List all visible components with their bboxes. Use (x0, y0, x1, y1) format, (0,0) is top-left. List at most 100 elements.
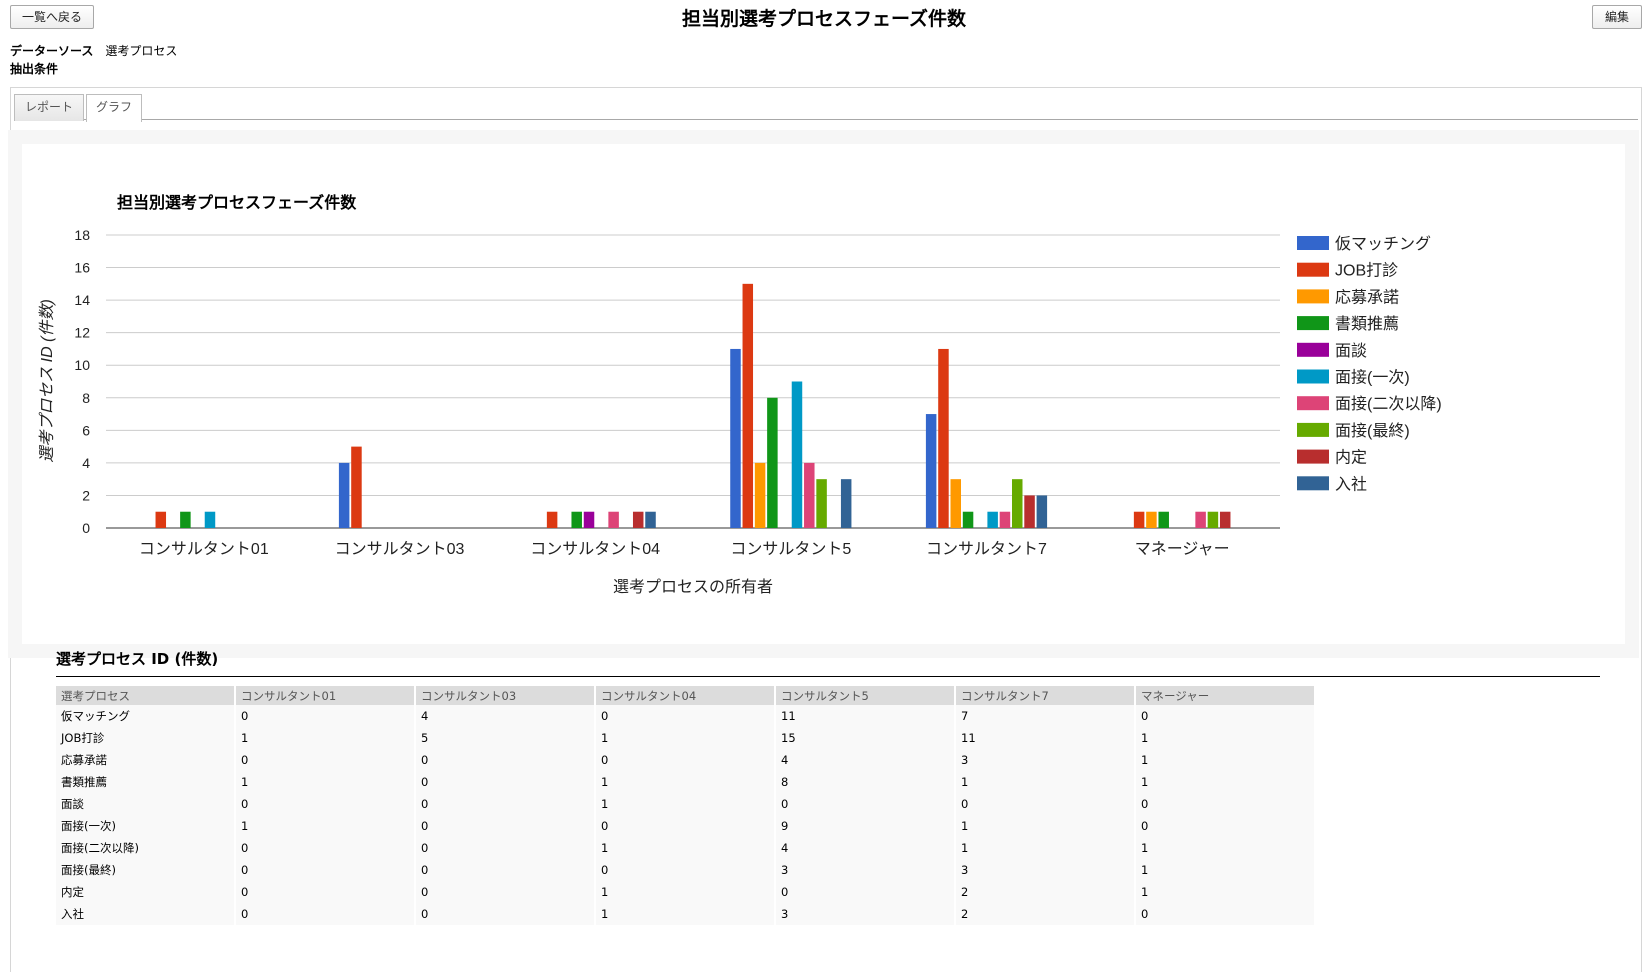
bar (546, 511, 558, 528)
table-cell: 15 (776, 727, 954, 749)
table-cell: 0 (236, 881, 414, 903)
table-cell: 0 (236, 793, 414, 815)
x-tick-label: コンサルタント03 (335, 540, 465, 558)
table-cell: 0 (416, 837, 594, 859)
legend-swatch (1297, 449, 1329, 464)
table-cell: 1 (596, 771, 774, 793)
bar (180, 511, 191, 528)
table-cell: 1 (1136, 749, 1314, 771)
datasource-value: 選考プロセス (105, 44, 178, 58)
datasource-label: データーソース (10, 44, 94, 58)
y-tick-label: 10 (74, 357, 90, 373)
table-row: 面接(最終) 0 0 0 3 3 1 (56, 859, 1314, 881)
legend-swatch (1297, 396, 1329, 411)
table-cell: 1 (236, 771, 414, 793)
table-cell: 1 (956, 815, 1134, 837)
row-label-cell: JOB打診 (56, 727, 234, 749)
table-cell: 7 (956, 705, 1134, 727)
x-tick-label: コンサルタント5 (730, 540, 851, 558)
table-cell: 2 (956, 881, 1134, 903)
y-tick-label: 6 (82, 422, 90, 438)
edit-button[interactable]: 編集 (1592, 5, 1642, 29)
table-cell: 1 (236, 727, 414, 749)
legend-label: 内定 (1335, 449, 1367, 467)
table-cell: 0 (596, 705, 774, 727)
y-tick-label: 2 (82, 487, 90, 503)
legend-label: 面接(一次) (1335, 369, 1410, 387)
legend-label: 応募承諾 (1335, 288, 1399, 306)
table-cell: 0 (416, 881, 594, 903)
table-cell: 0 (1136, 793, 1314, 815)
table-header-row: 選考プロセス コンサルタント01 コンサルタント03 コンサルタント04 コンサルタント… (56, 686, 1314, 705)
legend-swatch (1297, 422, 1329, 437)
legend-label: 面接(二次以降) (1335, 395, 1442, 413)
table-row: 入社 0 0 1 3 2 0 (56, 903, 1314, 925)
data-table-section: 選考プロセス ID (件数) 選考プロセス コンサルタント01 コンサルタント03 コ… (56, 648, 1618, 925)
legend-swatch (1297, 369, 1329, 384)
tab-graph[interactable]: グラフ (86, 94, 142, 122)
data-table: 選考プロセス コンサルタント01 コンサルタント03 コンサルタント04 コンサルタント… (54, 686, 1316, 925)
table-cell: 0 (956, 793, 1134, 815)
table-row: 仮マッチング 0 4 0 11 7 0 (56, 705, 1314, 727)
legend-label: 面談 (1335, 342, 1367, 360)
bar (730, 348, 741, 528)
y-tick-label: 12 (74, 325, 90, 341)
table-cell: 0 (236, 705, 414, 727)
table-cell: 1 (1136, 837, 1314, 859)
bar (1207, 511, 1219, 528)
legend-label: 仮マッチング (1335, 235, 1431, 253)
bar (987, 511, 998, 528)
table-cell: 11 (776, 705, 954, 727)
page-title: 担当別選考プロセスフェーズ件数 (681, 8, 967, 30)
bar (583, 511, 595, 528)
table-cell: 0 (596, 815, 774, 837)
table-cell: 1 (596, 793, 774, 815)
table-cell: 1 (956, 837, 1134, 859)
filter-label: 抽出条件 (10, 62, 59, 76)
table-cell: 0 (1136, 903, 1314, 925)
legend-label: 入社 (1335, 475, 1367, 493)
table-cell: 8 (776, 771, 954, 793)
bar (925, 414, 937, 528)
table-cell: 0 (416, 793, 594, 815)
legend-swatch (1297, 236, 1329, 250)
bar (645, 511, 656, 528)
legend-swatch (1297, 289, 1329, 304)
bar (767, 397, 778, 528)
table-cell: 0 (236, 749, 414, 771)
bar (1219, 511, 1231, 528)
bar (1146, 511, 1157, 528)
row-label-cell: 面接(一次) (56, 815, 234, 837)
legend-swatch (1297, 316, 1329, 331)
table-cell: 0 (416, 771, 594, 793)
bar (1158, 511, 1169, 528)
x-tick-label: コンサルタント01 (139, 540, 269, 558)
y-tick-label: 4 (82, 455, 90, 471)
legend-label: 書類推薦 (1335, 315, 1399, 333)
table-cell: 1 (1136, 727, 1314, 749)
datasource-row: データーソース 選考プロセス (10, 42, 177, 59)
bar (804, 462, 815, 528)
table-row: 面談 0 0 1 0 0 0 (56, 793, 1314, 815)
row-label-cell: 入社 (56, 903, 234, 925)
table-cell: 3 (956, 859, 1134, 881)
table-cell: 1 (596, 837, 774, 859)
table-cell: 0 (416, 749, 594, 771)
bar (962, 511, 974, 528)
bar (571, 511, 582, 528)
table-cell: 4 (776, 837, 954, 859)
table-row: 面接(一次) 1 0 0 9 1 0 (56, 815, 1314, 837)
bar (608, 511, 619, 528)
bar (742, 283, 754, 528)
table-cell: 1 (596, 727, 774, 749)
bar (1195, 511, 1206, 528)
table-cell: 1 (1136, 859, 1314, 881)
x-tick-label: コンサルタント04 (530, 540, 660, 558)
y-tick-label: 8 (82, 390, 90, 406)
table-row: 応募承諾 0 0 0 4 3 1 (56, 749, 1314, 771)
tab-report[interactable]: レポート (14, 94, 84, 121)
table-cell: 1 (596, 903, 774, 925)
table-cell: 2 (956, 903, 1134, 925)
bar (816, 479, 827, 528)
y-tick-label: 0 (82, 520, 90, 536)
